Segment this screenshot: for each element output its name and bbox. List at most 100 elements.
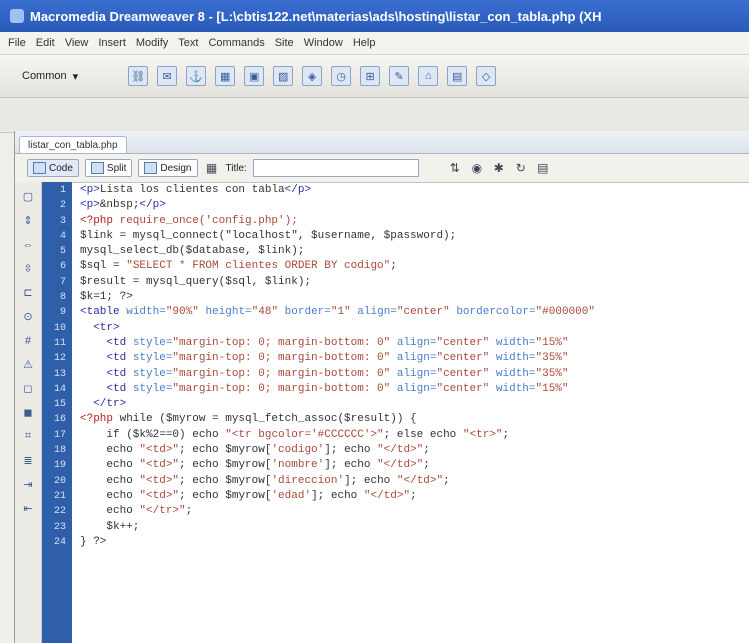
menu-item-window[interactable]: Window (304, 37, 343, 49)
expand-all-icon[interactable]: ⇳ (21, 262, 36, 275)
title-input[interactable] (252, 159, 419, 177)
line-number: 24 (53, 536, 66, 548)
media-icon[interactable]: ◈ (302, 66, 323, 86)
date-icon[interactable]: ◷ (331, 66, 352, 86)
code-token: "<td>" (139, 489, 180, 502)
apply-comment-icon[interactable]: ◻ (21, 382, 36, 395)
recent-snippets-icon[interactable]: ≣ (21, 454, 36, 467)
menu-item-site[interactable]: Site (275, 37, 294, 49)
code-token: "center" (436, 336, 496, 349)
line-number: 19 (53, 460, 66, 472)
live-data-icon[interactable]: ▦ (204, 160, 220, 176)
code-token: ; else echo (383, 428, 463, 441)
line-number: 17 (53, 429, 66, 441)
code-token: "center" (436, 352, 496, 365)
code-token: "15%" (535, 382, 576, 395)
code-token: "SELECT * FROM clientes ORDER BY codigo" (126, 260, 391, 273)
code-token: "</td>" (377, 459, 424, 472)
collapse-selection-icon[interactable]: ⇔ (21, 238, 36, 251)
code-token: "<td>" (139, 444, 180, 457)
div-icon[interactable]: ▣ (244, 66, 265, 86)
code-line: <td style="margin-top: 0; margin-bottom:… (80, 351, 749, 366)
code-editor[interactable]: ▢ ⇕ ⇔ ⇳ ⊏ ⊙ # ⚠ ◻ ◼ ⌗ ≣ ⇥ ⇤ 1 2 3 4 5 6 7 8 9 10 1… (15, 182, 749, 643)
split-view-button[interactable]: Split (84, 159, 133, 177)
code-token: ; (443, 474, 450, 487)
code-line: <table width="90%" height="48" border="1… (80, 305, 749, 320)
menu-item-text[interactable]: Text (178, 37, 198, 49)
code-area[interactable]: <p>Lista los clientes con tabla</p> <p>&n… (72, 182, 749, 643)
code-view-button[interactable]: Code (27, 159, 79, 177)
code-token: $sql = (80, 260, 127, 273)
menu-item-edit[interactable]: Edit (36, 37, 55, 49)
head-icon[interactable]: ⌂ (418, 66, 439, 86)
code-token: <table (80, 306, 127, 319)
code-line: <tr> (80, 321, 749, 336)
file-management-icon[interactable]: ⇅ (447, 160, 463, 176)
code-line: $result = mysql_query($sql, $link); (80, 275, 749, 290)
code-token: <td (80, 352, 133, 365)
menu-item-commands[interactable]: Commands (208, 37, 264, 49)
email-icon[interactable]: ✉ (157, 66, 178, 86)
code-token: "48" (251, 306, 285, 319)
balance-braces-icon[interactable]: ⊙ (21, 310, 36, 323)
code-line: echo "<td>"; echo $myrow['codigo']; echo… (80, 443, 749, 458)
code-token: ; (502, 428, 510, 441)
code-token: <p> (80, 184, 100, 196)
code-line: <td style="margin-top: 0; margin-bottom:… (80, 367, 749, 382)
code-line: <td style="margin-top: 0; margin-bottom:… (80, 382, 749, 397)
images-icon[interactable]: ▨ (273, 66, 294, 86)
preview-icon[interactable]: ◉ (469, 160, 485, 176)
refresh-icon[interactable]: ↻ (513, 160, 529, 176)
remove-comment-icon[interactable]: ◼ (21, 406, 36, 419)
hyperlink-icon[interactable]: ⛓ (128, 66, 149, 86)
line-number: 20 (53, 475, 66, 487)
line-number: 16 (53, 414, 66, 426)
menu-item-insert[interactable]: Insert (98, 37, 126, 49)
code-token: style= (132, 382, 173, 395)
comment-icon[interactable]: ✎ (389, 66, 410, 86)
menu-item-file[interactable]: File (8, 37, 26, 49)
anchor-icon[interactable]: ⚓ (186, 66, 207, 86)
insert-category-select[interactable]: Common ▾ (22, 70, 78, 83)
design-view-icon (144, 162, 158, 174)
menu-item-help[interactable]: Help (353, 37, 376, 49)
code-line: <td style="margin-top: 0; margin-bottom:… (80, 336, 749, 351)
code-token: </p> (284, 184, 312, 196)
table-icon[interactable]: ▦ (215, 66, 236, 86)
code-token: ; (185, 505, 193, 518)
code-token: "margin-top: 0; margin-bottom: 0" (172, 367, 397, 380)
view-options-icon[interactable]: ▤ (535, 160, 551, 176)
design-view-button[interactable]: Design (138, 159, 198, 177)
code-token: $result = mysql_query($sql, $link); (80, 275, 312, 288)
wrap-tag-icon[interactable]: ⌗ (21, 430, 36, 443)
code-token: <?php (80, 413, 120, 426)
code-token: </tr> (80, 398, 127, 411)
select-parent-tag-icon[interactable]: ⊏ (21, 286, 36, 299)
line-number: 4 (59, 230, 66, 242)
highlight-invalid-icon[interactable]: ⚠ (21, 358, 36, 371)
coding-toolbar: ▢ ⇕ ⇔ ⇳ ⊏ ⊙ # ⚠ ◻ ◼ ⌗ ≣ ⇥ ⇤ (15, 182, 42, 643)
outdent-icon[interactable]: ⇤ (21, 502, 36, 515)
code-line: $link = mysql_connect("localhost", $user… (80, 229, 749, 244)
menu-item-view[interactable]: View (65, 37, 89, 49)
tab-listar-con-tabla[interactable]: listar_con_tabla.php (19, 136, 127, 153)
templates-icon[interactable]: ▤ (447, 66, 468, 86)
line-numbers-icon[interactable]: # (21, 334, 36, 347)
code-token: bordercolor= (456, 306, 536, 319)
code-line: $k=1; ?> (80, 290, 749, 305)
tag-chooser-icon[interactable]: ◇ (476, 66, 497, 86)
collapse-full-tag-icon[interactable]: ⇕ (21, 214, 36, 227)
code-token: require_once('config.php'); (119, 214, 298, 227)
code-token: width= (495, 336, 536, 349)
open-documents-icon[interactable]: ▢ (21, 190, 36, 203)
indent-icon[interactable]: ⇥ (21, 478, 36, 491)
menu-item-modify[interactable]: Modify (136, 37, 168, 49)
code-line: <?php while ($myrow = mysql_fetch_assoc(… (80, 412, 749, 427)
code-token: <td (80, 367, 133, 380)
app-icon (10, 9, 24, 23)
server-include-icon[interactable]: ⊞ (360, 66, 381, 86)
insert-category-label: Common (22, 70, 67, 82)
code-token: style= (132, 367, 173, 380)
debug-icon[interactable]: ✱ (491, 160, 507, 176)
code-token: 'edad' (271, 489, 312, 502)
